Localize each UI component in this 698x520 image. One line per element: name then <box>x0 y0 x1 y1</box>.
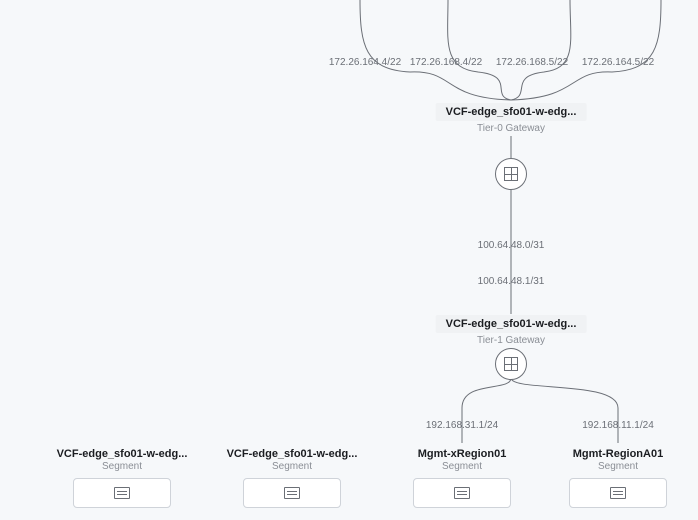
segment-ip-1: 192.168.11.1/24 <box>582 420 654 431</box>
tier1-gateway-node[interactable]: VCF-edge_sfo01-w-edg... Tier-1 Gateway <box>436 314 587 346</box>
segment-card[interactable] <box>243 478 341 508</box>
tier0-gateway-node[interactable]: VCF-edge_sfo01-w-edg... Tier-0 Gateway <box>436 102 587 134</box>
segment-card[interactable] <box>413 478 511 508</box>
segment-icon <box>284 487 300 499</box>
router-icon <box>504 167 518 181</box>
segment-subtitle: Segment <box>217 461 367 472</box>
segment-title: VCF-edge_sfo01-w-edg... <box>217 448 367 460</box>
tier1-subtitle: Tier-1 Gateway <box>436 335 587 346</box>
segment-title: Mgmt-xRegion01 <box>387 448 537 460</box>
router-icon <box>504 357 518 371</box>
segment-card[interactable] <box>569 478 667 508</box>
segment-icon <box>454 487 470 499</box>
segment-ip-0: 192.168.31.1/24 <box>426 420 498 431</box>
link-ip-top: 100.64.48.0/31 <box>478 240 545 251</box>
topology-lines <box>0 0 698 520</box>
tier0-title: VCF-edge_sfo01-w-edg... <box>436 103 587 121</box>
segment-node-mgmt-xregion01[interactable]: Mgmt-xRegion01 Segment <box>387 448 537 508</box>
uplink-ip-3: 172.26.164.5/22 <box>582 52 654 70</box>
tier0-gateway-icon[interactable] <box>495 158 527 190</box>
segment-icon <box>114 487 130 499</box>
tier0-subtitle: Tier-0 Gateway <box>436 123 587 134</box>
segment-node-mgmt-regiona01[interactable]: Mgmt-RegionA01 Segment <box>543 448 693 508</box>
segment-node-detached-0[interactable]: VCF-edge_sfo01-w-edg... Segment <box>47 448 197 508</box>
link-ip-bottom: 100.64.48.1/31 <box>478 276 545 287</box>
tier1-gateway-icon[interactable] <box>495 348 527 380</box>
segment-title: VCF-edge_sfo01-w-edg... <box>47 448 197 460</box>
uplink-ip-0: 172.26.164.4/22 <box>329 52 401 70</box>
segment-card[interactable] <box>73 478 171 508</box>
tier1-title: VCF-edge_sfo01-w-edg... <box>436 315 587 333</box>
segment-subtitle: Segment <box>543 461 693 472</box>
segment-subtitle: Segment <box>47 461 197 472</box>
uplink-ip-1: 172.26.168.4/22 <box>410 52 482 70</box>
segment-icon <box>610 487 626 499</box>
segment-node-detached-1[interactable]: VCF-edge_sfo01-w-edg... Segment <box>217 448 367 508</box>
uplink-ip-2: 172.26.168.5/22 <box>496 52 568 70</box>
segment-title: Mgmt-RegionA01 <box>543 448 693 460</box>
segment-subtitle: Segment <box>387 461 537 472</box>
